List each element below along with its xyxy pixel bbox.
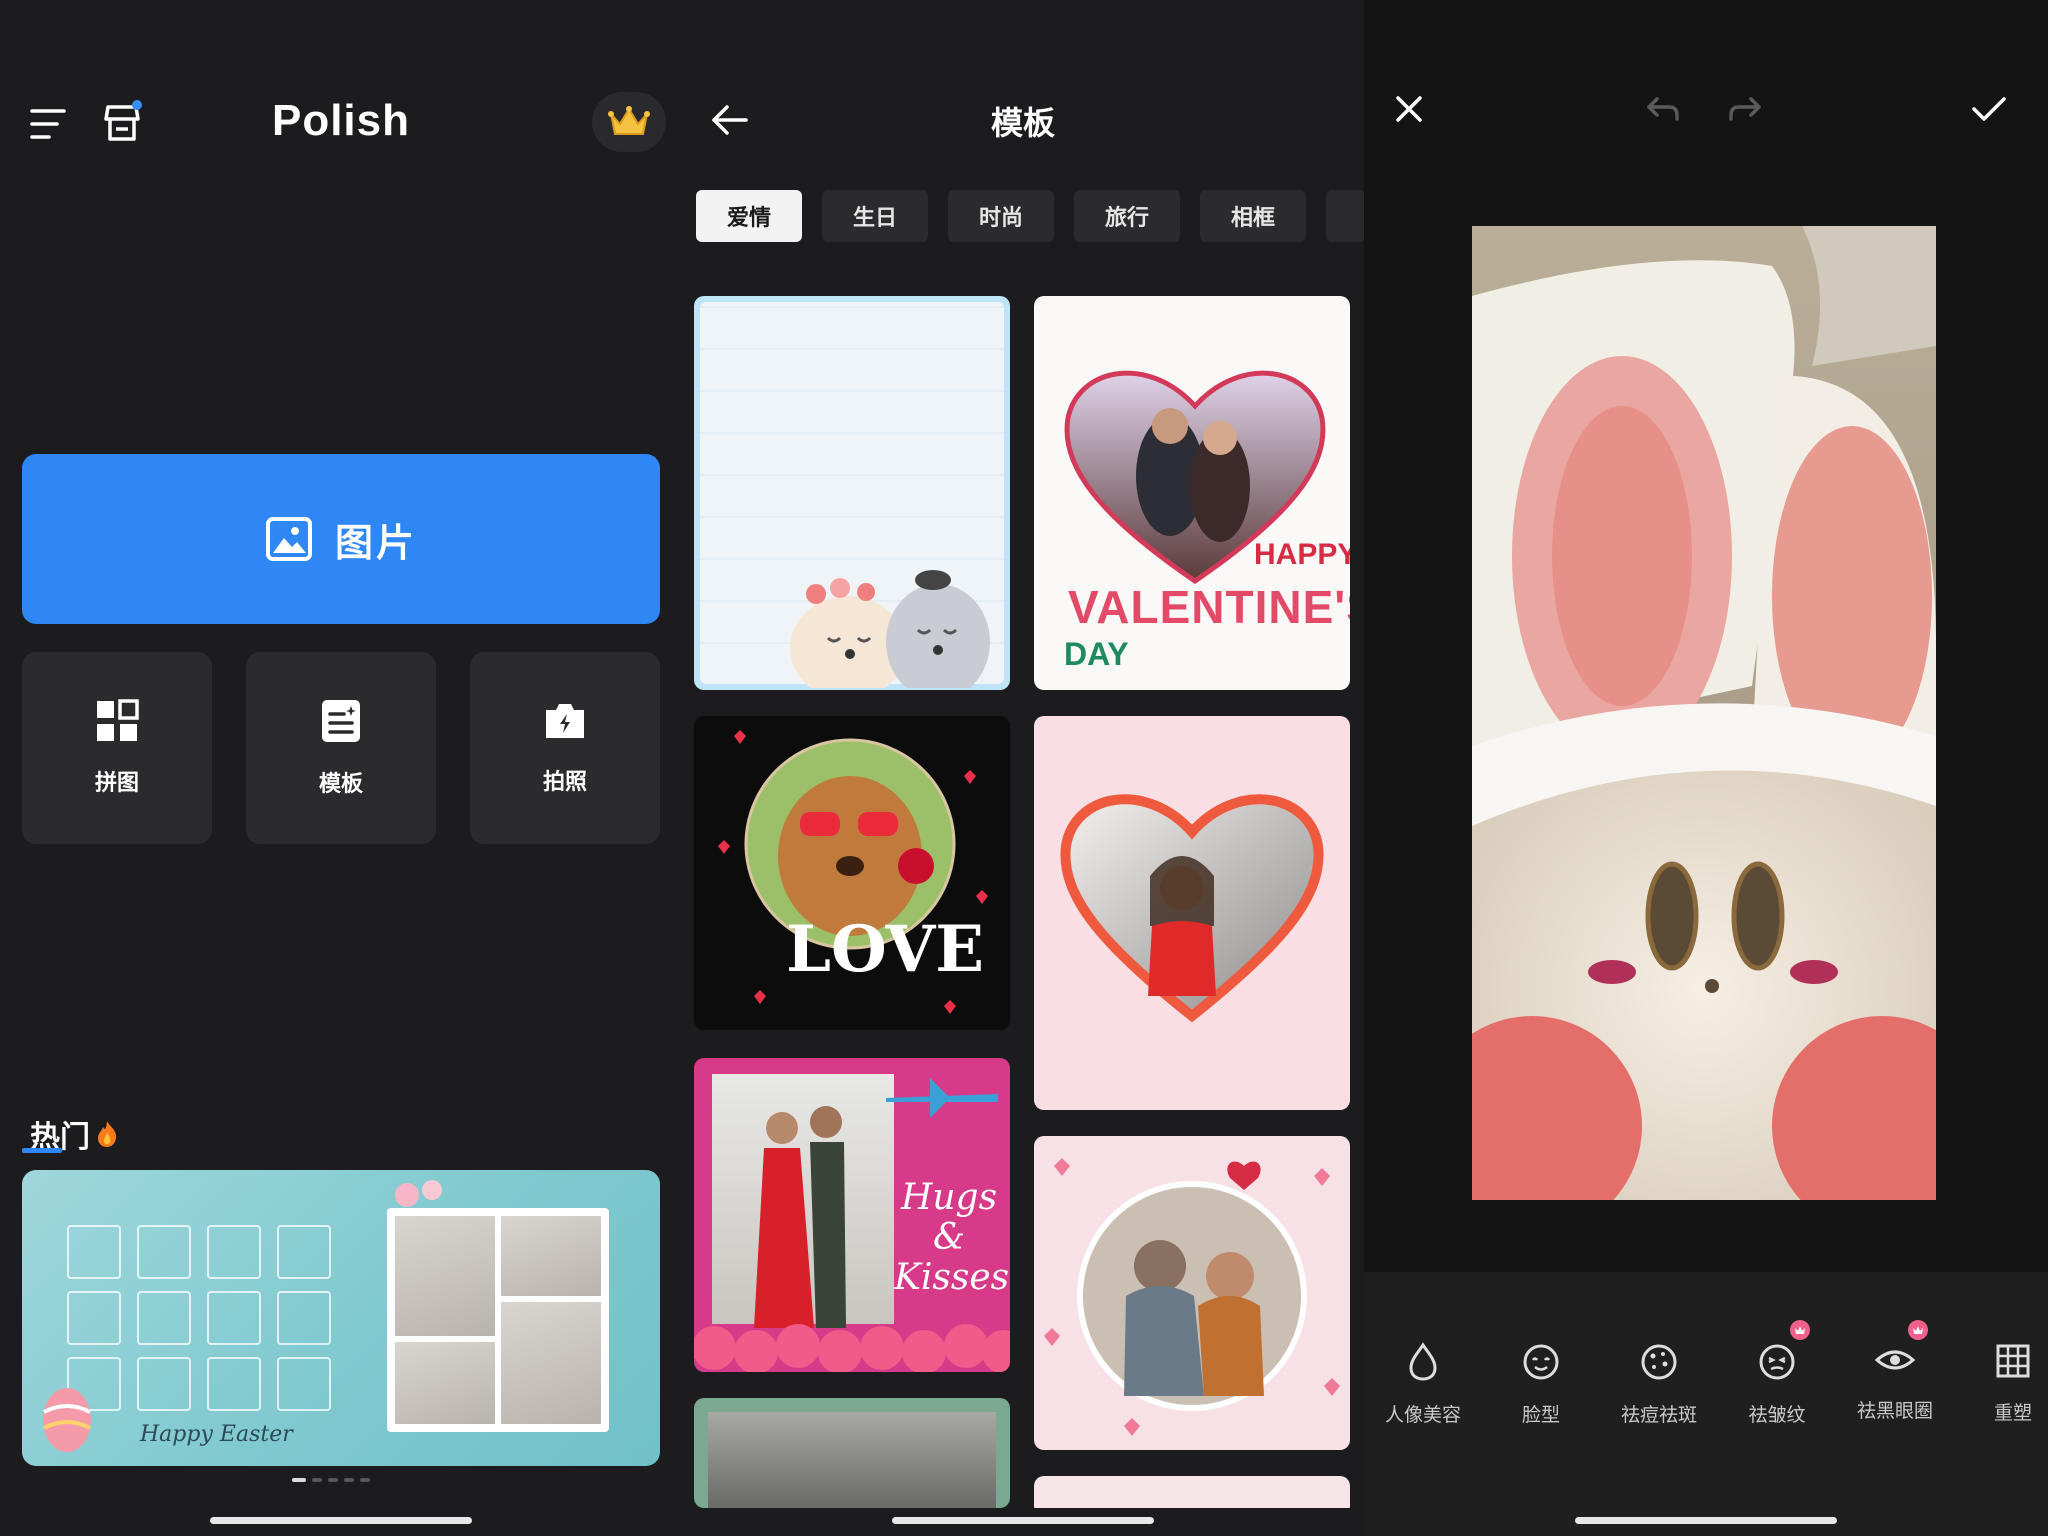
collage-tile[interactable]: 拼图 [22, 652, 212, 844]
template-card-hugs-kisses[interactable]: Hugs & Kisses [694, 1058, 1010, 1372]
tool-label: 脸型 [1521, 1404, 1560, 1426]
tool-label: 祛皱纹 [1748, 1404, 1806, 1426]
template-card-circle-couple[interactable] [1034, 1136, 1350, 1450]
tool-reshape[interactable]: 重塑 [1954, 1342, 2048, 1425]
feature-tiles: 拼图 模板 拍照 [22, 652, 660, 844]
editor-screen: 人像美容 脸型 祛痘祛斑 祛皱纹 祛黑眼圈 重塑 [1364, 0, 2048, 1536]
templates-screen: 模板 爱情 生日 时尚 旅行 相框 HAPPY VALENTINE'S DAY [682, 0, 1364, 1536]
heart-photo-frame [1060, 794, 1324, 1023]
layout-grid-illustration [67, 1225, 377, 1435]
hearts-border [694, 1324, 1010, 1372]
image-icon [265, 517, 312, 561]
valentines-text: VALENTINE'S [1068, 581, 1350, 633]
carousel-indicator [292, 1478, 370, 1482]
beauty-toolbar: 人像美容 脸型 祛痘祛斑 祛皱纹 祛黑眼圈 重塑 [1364, 1272, 2048, 1536]
circle-couple-illustration [1044, 1158, 1340, 1436]
hugs-kisses-text: Hugs & Kisses [894, 1177, 1010, 1298]
tool-label: 祛黑眼圈 [1856, 1400, 1933, 1422]
tool-label: 重塑 [1993, 1402, 2032, 1424]
acne-icon [1641, 1344, 1677, 1380]
tab-frame[interactable]: 相框 [1200, 190, 1306, 242]
easter-egg-icon [43, 1388, 91, 1452]
couple-illustration [754, 1106, 846, 1328]
tool-label: 祛痘祛斑 [1620, 1404, 1697, 1426]
airplane-icon [886, 1078, 998, 1118]
camera-icon [546, 704, 584, 738]
tool-face-shape[interactable]: 脸型 [1482, 1342, 1600, 1427]
tool-label: 人像美容 [1384, 1404, 1461, 1426]
photo-button[interactable]: 图片 [22, 454, 660, 624]
photo-collage-preview [387, 1208, 609, 1432]
face-icon [1523, 1344, 1559, 1380]
home-header: Polish [0, 88, 682, 158]
redo-icon[interactable] [1722, 86, 1768, 132]
home-indicator [1575, 1517, 1837, 1524]
home-indicator [892, 1517, 1154, 1524]
hot-banner[interactable]: Happy Easter [22, 1170, 660, 1466]
template-card-dog-love[interactable]: LOVE [694, 716, 1010, 1030]
tool-wrinkle-removal[interactable]: 祛皱纹 [1718, 1320, 1836, 1427]
template-card-valentines[interactable]: HAPPY VALENTINE'S DAY [1034, 296, 1350, 690]
tab-love[interactable]: 爱情 [696, 190, 802, 242]
bear-couple-illustration [790, 570, 990, 688]
template-icon [322, 700, 360, 742]
camera-tile-label: 拍照 [542, 770, 587, 795]
love-text: LOVE [786, 912, 985, 987]
category-tabs: 爱情 生日 时尚 旅行 相框 [696, 190, 1364, 244]
tab-fashion[interactable]: 时尚 [948, 190, 1054, 242]
collage-tile-label: 拼图 [94, 771, 139, 796]
reshape-icon [1996, 1344, 2030, 1378]
template-tile[interactable]: 模板 [246, 652, 436, 844]
tool-dark-circle-removal[interactable]: 祛黑眼圈 [1836, 1320, 1954, 1423]
banner-text: Happy Easter [140, 1422, 293, 1447]
wrinkle-icon [1759, 1344, 1795, 1380]
undo-icon[interactable] [1640, 86, 1686, 132]
edit-photo[interactable] [1472, 226, 1936, 1200]
template-tile-label: 模板 [318, 772, 363, 797]
eye-icon [1874, 1350, 1916, 1370]
day-text: DAY [1064, 636, 1129, 672]
home-indicator [210, 1517, 472, 1524]
camera-tile[interactable]: 拍照 [470, 652, 660, 844]
template-card-bears[interactable] [694, 296, 1010, 690]
tool-portrait-beauty[interactable]: 人像美容 [1364, 1342, 1482, 1427]
template-card-partial[interactable] [694, 1398, 1010, 1508]
crown-icon[interactable] [592, 92, 666, 152]
tab-travel[interactable]: 旅行 [1074, 190, 1180, 242]
confirm-check-icon[interactable] [1964, 84, 2014, 134]
hot-underline [22, 1148, 62, 1153]
close-icon[interactable] [1384, 84, 1434, 134]
vip-crown-badge [1790, 1320, 1810, 1340]
tab-more[interactable] [1326, 190, 1364, 242]
tool-acne-removal[interactable]: 祛痘祛斑 [1600, 1342, 1718, 1427]
plush-bunny-photo [1472, 226, 1936, 1200]
happy-text: HAPPY [1254, 538, 1350, 571]
drop-icon [1409, 1342, 1437, 1381]
template-card-heart-frame[interactable] [1034, 716, 1350, 1110]
vip-crown-badge [1908, 1320, 1928, 1340]
tab-birthday[interactable]: 生日 [822, 190, 928, 242]
app-title: Polish [271, 96, 411, 145]
photo-button-label: 图片 [334, 520, 417, 565]
fire-icon [98, 1121, 117, 1147]
home-screen: Polish 图片 拼图 模板 拍照 热门 Happy Easter [0, 0, 682, 1536]
page-title: 模板 [990, 104, 1055, 142]
grid-icon [97, 699, 139, 741]
